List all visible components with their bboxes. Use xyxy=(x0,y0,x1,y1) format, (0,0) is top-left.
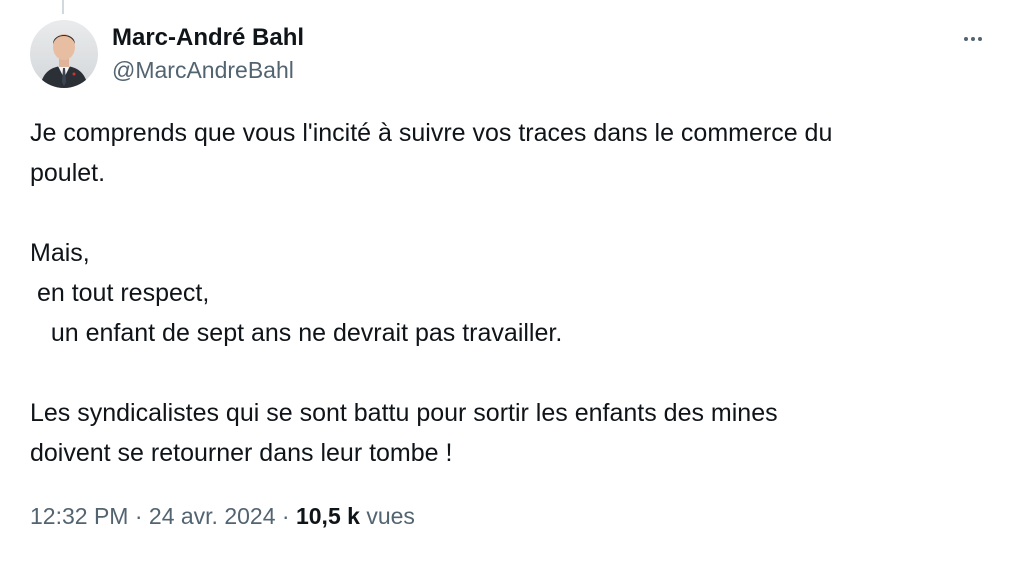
thread-connector-line xyxy=(62,0,64,14)
more-horizontal-icon xyxy=(964,37,968,41)
more-horizontal-icon xyxy=(978,37,982,41)
tweet-text-line: ​ xyxy=(30,193,990,233)
tweet-text-line: doivent se retourner dans leur tombe ! xyxy=(30,439,453,467)
tweet-text-line: poulet. xyxy=(30,159,106,187)
tweet-text: Je comprends que vous l'incité à suivre … xyxy=(30,113,990,473)
views-count: 10,5 k xyxy=(295,503,360,529)
meta-separator: · xyxy=(275,503,296,529)
tweet-time[interactable]: 12:32 PM xyxy=(30,503,128,529)
tweet-text-line: Mais, xyxy=(30,239,90,267)
more-horizontal-icon xyxy=(971,37,975,41)
author-display-name[interactable]: Marc-André Bahl xyxy=(112,24,304,52)
views-label: vues xyxy=(366,503,415,529)
tweet-meta: 12:32 PM · 24 avr. 2024 · 10,5 k vues xyxy=(30,500,415,532)
tweet-text-line: Je comprends que vous l'incité à suivre … xyxy=(30,119,833,147)
author-names: Marc-André Bahl @MarcAndreBahl xyxy=(112,24,304,84)
tweet-text-line: ​ xyxy=(30,353,990,393)
tweet-text-line: en tout respect, xyxy=(30,279,210,307)
tweet-card[interactable]: Marc-André Bahl @MarcAndreBahl Je compre… xyxy=(0,0,1020,562)
avatar-image xyxy=(30,20,98,88)
avatar[interactable] xyxy=(30,20,98,88)
more-options-button[interactable] xyxy=(956,28,990,50)
meta-separator: · xyxy=(128,503,149,529)
tweet-date[interactable]: 24 avr. 2024 xyxy=(149,503,276,529)
tweet-text-line: un enfant de sept ans ne devrait pas tra… xyxy=(30,319,563,347)
author-handle[interactable]: @MarcAndreBahl xyxy=(112,56,304,84)
tweet-text-line: Les syndicalistes qui se sont battu pour… xyxy=(30,399,778,427)
tweet-header: Marc-André Bahl @MarcAndreBahl xyxy=(30,20,990,90)
